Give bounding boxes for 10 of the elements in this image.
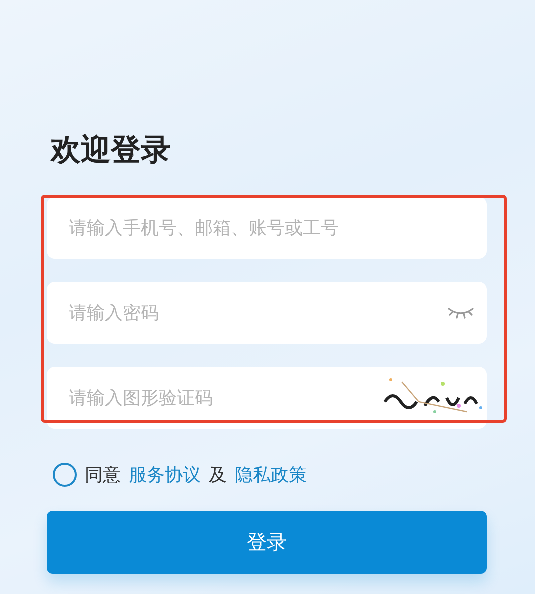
page-title: 欢迎登录: [51, 132, 172, 170]
input-field[interactable]: 请输入密码: [47, 282, 487, 344]
agreement-text: 及: [209, 464, 227, 487]
agreement-link[interactable]: 服务协议: [129, 463, 201, 487]
input-field[interactable]: 请输入手机号、邮箱、账号或工号: [47, 197, 487, 259]
login-button[interactable]: 登录: [47, 511, 487, 574]
closed-eye-icon[interactable]: [447, 306, 475, 320]
agree-checkbox[interactable]: [53, 463, 77, 487]
agreement-link[interactable]: 隐私政策: [235, 463, 307, 487]
agreement-text: 同意: [85, 464, 121, 487]
